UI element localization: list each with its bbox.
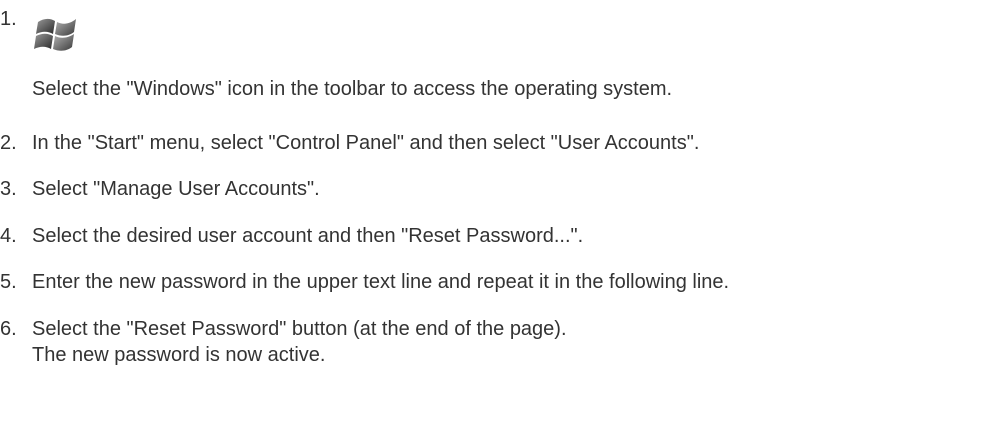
step-number: 6. <box>0 318 17 340</box>
step-text: In the "Start" menu, select "Control Pan… <box>32 132 700 154</box>
step-text: Enter the new password in the upper text… <box>32 271 730 293</box>
step-number: 3. <box>0 178 17 200</box>
step-text: Select the desired user account and then… <box>32 225 584 247</box>
step-text: Select "Manage User Accounts". <box>32 178 320 200</box>
step-text: Select the "Reset Password" button (at t… <box>32 318 567 340</box>
windows-logo-icon <box>34 12 80 56</box>
step-text: Select the "Windows" icon in the toolbar… <box>32 78 673 100</box>
step-number: 2. <box>0 132 17 154</box>
step-number: 4. <box>0 225 17 247</box>
step-number: 1. <box>0 8 17 30</box>
step-number: 5. <box>0 271 17 293</box>
step-continuation-text: The new password is now active. <box>32 344 326 366</box>
